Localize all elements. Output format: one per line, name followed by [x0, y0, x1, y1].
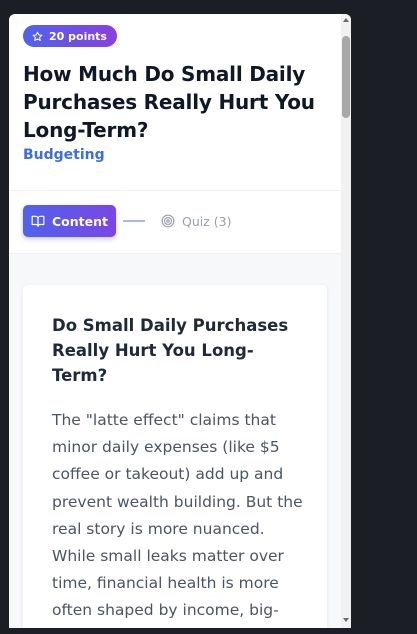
tab-content-label: Content [52, 213, 108, 229]
lesson-panel: 20 points How Much Do Small Daily Purcha… [9, 14, 351, 628]
target-icon [161, 214, 175, 228]
tab-content[interactable]: Content [23, 205, 116, 237]
vertical-scrollbar[interactable] [341, 14, 351, 628]
star-icon [32, 31, 43, 41]
card-heading: Do Small Daily Purchases Really Hurt You… [52, 316, 289, 385]
points-badge: 20 points [23, 25, 117, 47]
scroll-thumb[interactable] [342, 36, 350, 118]
scroll-up-arrow-icon[interactable] [343, 18, 349, 22]
header-divider [9, 190, 341, 191]
tab-quiz-label: Quiz (3) [182, 213, 232, 229]
tab-quiz[interactable]: Quiz (3) [161, 211, 231, 231]
scroll-down-arrow-icon[interactable] [343, 618, 349, 622]
book-icon [31, 215, 45, 227]
card-body-text: The "latte effect" claims that minor dai… [52, 411, 303, 620]
page-title: How Much Do Small Daily Purchases Really… [23, 62, 315, 142]
tab-connector [123, 220, 145, 222]
lesson-card: Do Small Daily Purchases Really Hurt You… [23, 285, 327, 628]
points-badge-label: 20 points [49, 29, 107, 43]
lesson-scroll-area[interactable]: 20 points How Much Do Small Daily Purcha… [9, 14, 341, 628]
category-link[interactable]: Budgeting [23, 147, 105, 163]
